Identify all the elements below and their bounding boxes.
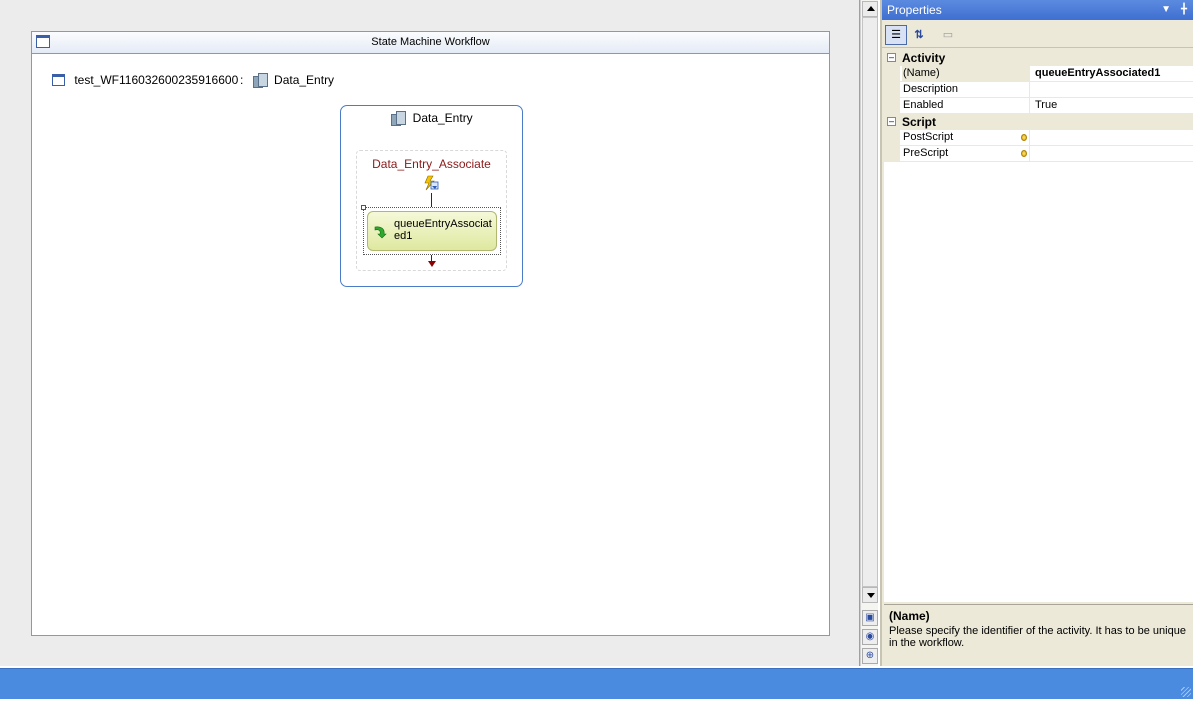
row-gutter xyxy=(884,66,900,82)
row-gutter xyxy=(884,82,900,98)
property-name: (Name) xyxy=(902,66,1030,81)
row-gutter xyxy=(884,146,900,162)
arrow-down-icon xyxy=(867,593,875,598)
property-row-postscript[interactable]: PostScript xyxy=(884,130,1193,146)
connector-line xyxy=(431,193,432,207)
state-icon xyxy=(390,111,407,126)
status-bar xyxy=(0,668,1193,699)
selection-handle[interactable] xyxy=(361,205,366,210)
breadcrumb-separator: : xyxy=(240,73,244,87)
collapse-icon[interactable]: – xyxy=(887,117,896,126)
workflow-icon xyxy=(36,35,50,48)
category-script[interactable]: – Script xyxy=(884,114,1193,130)
state-title: Data_Entry xyxy=(341,110,522,126)
activity-queue-entry-associated[interactable]: queueEntryAssociated1 xyxy=(367,211,497,251)
state-icon xyxy=(252,73,268,88)
alphabetical-sort-icon[interactable]: ⇅ xyxy=(908,25,930,45)
property-row-enabled[interactable]: Enabled True xyxy=(884,98,1193,114)
row-gutter xyxy=(884,98,900,114)
workflow-icon xyxy=(52,74,65,86)
pan-icon[interactable]: ⊕ xyxy=(862,648,878,664)
description-text: Please specify the identifier of the act… xyxy=(889,625,1186,649)
category-label: Script xyxy=(902,115,937,129)
property-value[interactable]: True xyxy=(1033,98,1193,113)
breadcrumb-workflow[interactable]: test_WF116032600235916600 xyxy=(74,73,238,87)
scroll-down-button[interactable] xyxy=(862,587,878,603)
workflow-header: State Machine Workflow xyxy=(32,32,829,54)
breadcrumb-state: Data_Entry xyxy=(274,73,335,87)
properties-toolbar: ☰ ⇅ ▭ xyxy=(882,20,1193,48)
binoculars-icon[interactable]: ◉ xyxy=(862,629,878,645)
properties-panel: Properties ▼ ╋ ☰ ⇅ ▭ – Activity (Name) q… xyxy=(880,0,1193,666)
activity-arrow-icon xyxy=(374,226,387,239)
category-activity[interactable]: – Activity xyxy=(884,50,1193,66)
state-title-label: Data_Entry xyxy=(412,111,473,125)
arrow-up-icon xyxy=(867,6,875,11)
property-row-prescript[interactable]: PreScript xyxy=(884,146,1193,162)
scroll-up-button[interactable] xyxy=(862,1,878,17)
row-gutter xyxy=(884,130,900,146)
designer-vertical-scrollbar[interactable]: ▣ ◉ ⊕ xyxy=(860,0,878,666)
description-title: (Name) xyxy=(889,609,930,623)
property-name-label: PostScript xyxy=(903,131,954,143)
categorized-view-icon[interactable]: ☰ xyxy=(885,25,907,45)
property-pages-icon[interactable]: ▭ xyxy=(937,25,959,45)
database-icon xyxy=(1021,134,1027,141)
pin-icon[interactable]: ╋ xyxy=(1181,0,1187,20)
arrow-down-icon xyxy=(428,261,436,267)
breadcrumb: test_WF116032600235916600 xyxy=(52,72,238,88)
event-trigger-icon xyxy=(424,175,439,191)
properties-title: Properties xyxy=(887,3,942,17)
collapse-icon[interactable]: – xyxy=(887,53,896,62)
property-name: Enabled xyxy=(902,98,1030,113)
property-value[interactable]: queueEntryAssociated1 xyxy=(1033,66,1193,81)
resize-grip-icon[interactable] xyxy=(1181,687,1191,697)
state-data-entry[interactable]: Data_Entry Data_Entry_Associate queueEnt… xyxy=(340,105,523,287)
property-name-label: PreScript xyxy=(903,147,949,159)
property-name: Description xyxy=(902,82,1030,97)
property-name: PreScript xyxy=(902,146,1030,161)
property-row-description[interactable]: Description xyxy=(884,82,1193,98)
activity-label: queueEntryAssociated1 xyxy=(394,218,492,242)
category-label: Activity xyxy=(902,51,946,65)
property-description-pane: (Name) Please specify the identifier of … xyxy=(884,604,1193,664)
zoom-icon[interactable]: ▣ xyxy=(862,610,878,626)
dropdown-icon[interactable]: ▼ xyxy=(1161,0,1171,20)
breadcrumb-state-link[interactable]: : Data_Entry xyxy=(240,72,334,88)
properties-titlebar: Properties ▼ ╋ xyxy=(882,0,1193,20)
event-driven-title: Data_Entry_Associate xyxy=(372,157,491,171)
property-row-name[interactable]: (Name) queueEntryAssociated1 xyxy=(884,66,1193,82)
database-icon xyxy=(1021,150,1027,157)
scroll-thumb[interactable] xyxy=(862,17,878,587)
activity-selection: queueEntryAssociated1 xyxy=(361,205,501,255)
workflow-designer[interactable]: State Machine Workflow test_WF1160326002… xyxy=(0,0,860,666)
workflow-title: State Machine Workflow xyxy=(371,36,490,48)
property-name: PostScript xyxy=(902,130,1030,145)
state-machine-workflow[interactable]: State Machine Workflow test_WF1160326002… xyxy=(31,31,830,636)
event-driven-activity[interactable]: Data_Entry_Associate queueEntryAssociate… xyxy=(356,150,507,271)
property-grid: – Activity (Name) queueEntryAssociated1 … xyxy=(884,50,1193,602)
